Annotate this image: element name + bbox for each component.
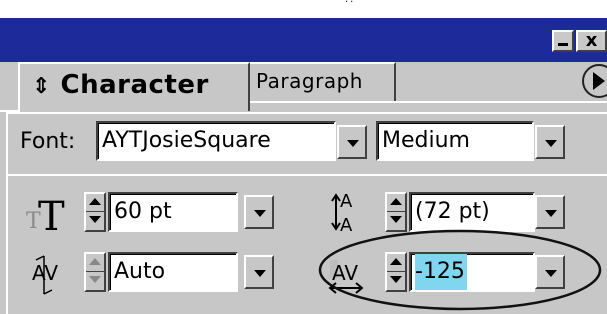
leading-stepper[interactable] <box>385 192 407 232</box>
highlight-circle-annotation <box>318 229 602 311</box>
kerning-stepper[interactable] <box>84 252 106 292</box>
font-size-dropdown-button[interactable] <box>244 195 274 229</box>
divider <box>8 174 607 176</box>
font-size-field[interactable]: 60 pt <box>108 192 238 232</box>
top-strip <box>0 0 607 18</box>
font-family-value: AYTJosieSquare <box>102 128 271 153</box>
font-size-icon: T T <box>26 194 65 234</box>
tab-divider <box>250 101 607 103</box>
decrease-arrow-icon[interactable] <box>89 216 101 223</box>
options-toggle-icon: ⇕ <box>32 74 51 99</box>
increase-arrow-icon[interactable] <box>89 258 101 265</box>
tab-character-text: Character <box>60 70 209 100</box>
minimize-button[interactable] <box>552 30 574 52</box>
kerning-icon: AV <box>32 255 58 295</box>
leading-dropdown-button[interactable] <box>535 195 565 229</box>
leading-value: (72 pt) <box>415 199 490 224</box>
font-size-stepper[interactable] <box>84 192 106 232</box>
leading-field[interactable]: (72 pt) <box>409 192 535 232</box>
increase-arrow-icon[interactable] <box>390 198 402 205</box>
palette-title-bar[interactable] <box>0 18 607 62</box>
font-size-value: 60 pt <box>114 199 172 224</box>
decrease-arrow-icon[interactable] <box>89 276 101 283</box>
tab-character-label[interactable]: ⇕ Character <box>32 66 209 104</box>
font-size-icon-large: T <box>38 194 65 234</box>
kerning-field[interactable]: Auto <box>108 252 238 292</box>
leading-icon-top: A <box>340 191 353 212</box>
close-button[interactable]: x <box>576 30 607 52</box>
font-style-dropdown-button[interactable] <box>535 125 565 159</box>
kerning-icon-text: AV <box>32 261 58 285</box>
font-label: Font: <box>20 129 76 154</box>
kerning-dropdown-button[interactable] <box>244 255 274 289</box>
tab-paragraph-label[interactable]: Paragraph <box>256 64 363 98</box>
font-style-field[interactable]: Medium <box>376 121 534 161</box>
increase-arrow-icon[interactable] <box>89 198 101 205</box>
font-family-dropdown-button[interactable] <box>337 125 367 159</box>
font-family-field[interactable]: AYTJosieSquare <box>96 121 336 161</box>
font-style-value: Medium <box>382 128 470 153</box>
decrease-arrow-icon[interactable] <box>390 216 402 223</box>
kerning-value: Auto <box>114 259 166 284</box>
top-marks: ·· <box>345 0 356 8</box>
